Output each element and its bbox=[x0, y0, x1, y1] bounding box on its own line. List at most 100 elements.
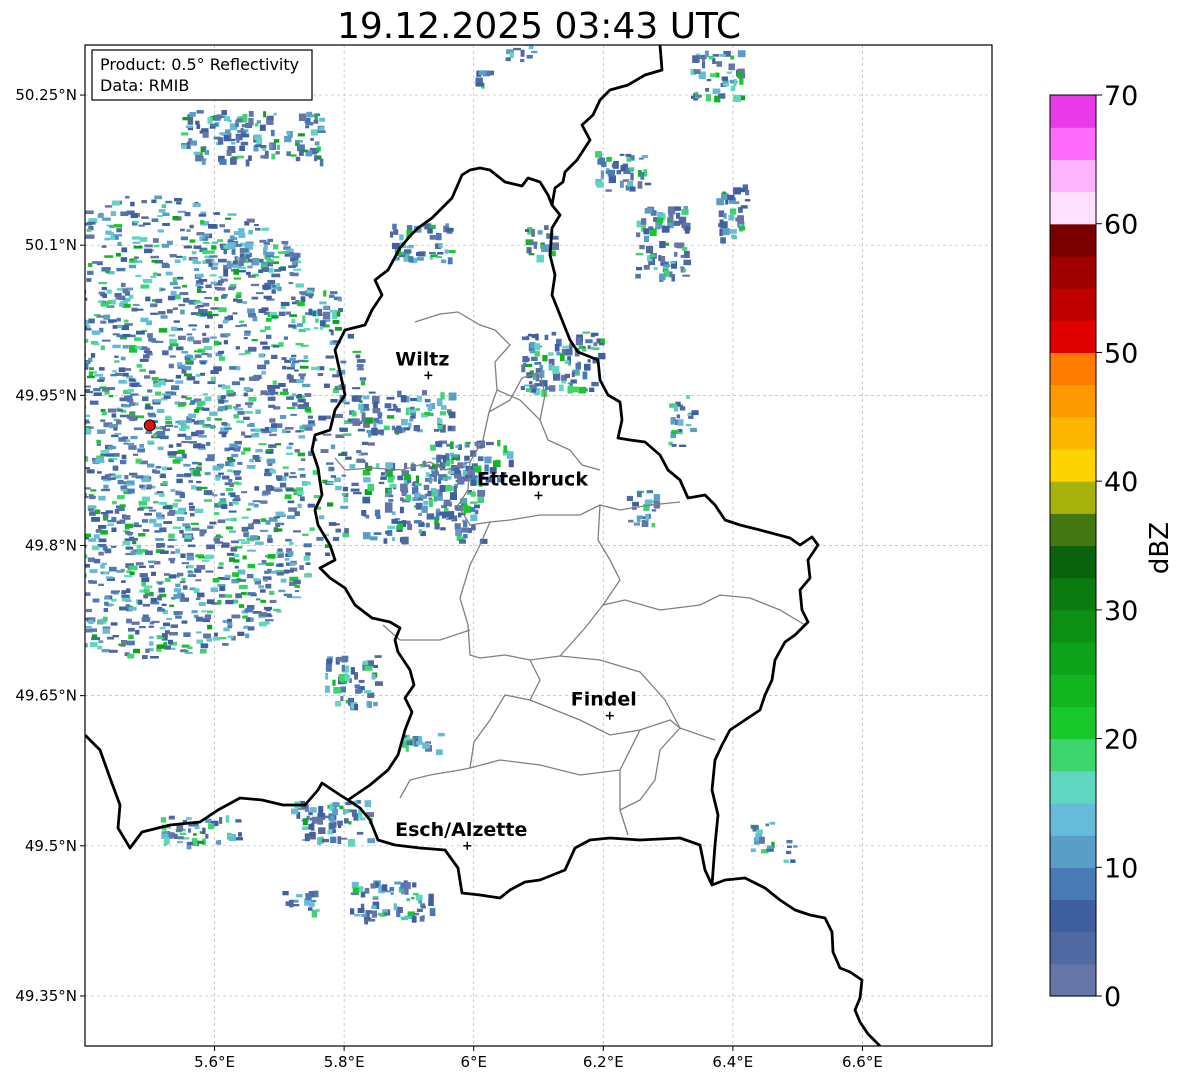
echo-cell bbox=[71, 256, 75, 260]
echo-cell bbox=[712, 54, 719, 57]
echo-cell bbox=[169, 355, 176, 358]
echo-cell bbox=[29, 370, 35, 373]
echo-cell bbox=[156, 644, 165, 649]
echo-cell bbox=[437, 252, 444, 255]
echo-cell bbox=[256, 120, 261, 124]
echo-cell bbox=[182, 523, 191, 527]
echo-cell bbox=[196, 481, 202, 484]
echo-cell bbox=[313, 495, 320, 499]
echo-cell bbox=[282, 365, 287, 370]
echo-cell bbox=[325, 685, 330, 693]
radar-site-marker[interactable] bbox=[143, 419, 156, 432]
echo-cell bbox=[98, 538, 107, 543]
echo-cell bbox=[437, 732, 445, 737]
echo-cell bbox=[740, 205, 748, 209]
echo-cell bbox=[710, 73, 717, 78]
echo-cell bbox=[723, 82, 730, 87]
echo-cell bbox=[290, 362, 296, 368]
echo-cell bbox=[259, 239, 267, 243]
echo-cell bbox=[22, 373, 29, 378]
echo-cell bbox=[299, 473, 306, 478]
echo-cell bbox=[374, 655, 382, 658]
echo-cell bbox=[290, 272, 299, 277]
echo-cell bbox=[228, 530, 237, 533]
echo-cell bbox=[209, 126, 216, 129]
echo-cell bbox=[381, 884, 388, 892]
echo-cell bbox=[404, 474, 411, 481]
echo-cell bbox=[242, 114, 248, 122]
echo-cell bbox=[200, 220, 205, 224]
echo-cell bbox=[144, 347, 150, 352]
echo-cell bbox=[338, 297, 342, 302]
echo-cell bbox=[267, 238, 274, 242]
echo-cell bbox=[86, 228, 92, 232]
echo-cell bbox=[119, 460, 127, 465]
echo-cell bbox=[427, 403, 433, 411]
lat-tick-label: 50.1°N bbox=[25, 236, 77, 254]
echo-cell bbox=[31, 460, 38, 463]
echo-cell bbox=[317, 373, 324, 377]
echo-cell bbox=[704, 50, 709, 57]
echo-cell bbox=[224, 482, 230, 486]
echo-cell bbox=[53, 291, 57, 295]
echo-cell bbox=[281, 476, 287, 481]
echo-cell bbox=[469, 501, 478, 504]
echo-cell bbox=[387, 489, 393, 493]
echo-cell bbox=[463, 534, 468, 539]
echo-cell bbox=[145, 296, 151, 302]
echo-cell bbox=[521, 364, 526, 373]
echo-cell bbox=[255, 459, 261, 462]
echo-cell bbox=[661, 225, 670, 233]
echo-cell bbox=[208, 224, 217, 229]
echo-cell bbox=[335, 701, 342, 707]
echo-cell bbox=[166, 617, 172, 620]
echo-cell bbox=[110, 591, 116, 594]
echo-cell bbox=[335, 485, 342, 491]
echo-cell bbox=[187, 574, 197, 578]
echo-cell bbox=[94, 373, 103, 377]
echo-cell bbox=[591, 381, 599, 387]
echo-cell bbox=[332, 320, 340, 324]
echo-cell bbox=[197, 401, 206, 405]
echo-cell bbox=[373, 421, 377, 428]
echo-cell bbox=[194, 588, 200, 594]
echo-cell bbox=[564, 373, 570, 379]
echo-cell bbox=[245, 607, 254, 612]
echo-cell bbox=[54, 472, 62, 476]
echo-cell bbox=[305, 562, 311, 565]
echo-cell bbox=[121, 640, 127, 645]
echo-cell bbox=[72, 506, 78, 508]
echo-cell bbox=[314, 141, 320, 146]
echo-cell bbox=[730, 85, 736, 92]
echo-cell bbox=[51, 226, 56, 230]
echo-cell bbox=[400, 395, 407, 403]
echo-cell bbox=[122, 288, 129, 294]
echo-cell bbox=[31, 605, 36, 610]
echo-cell bbox=[11, 299, 15, 303]
echo-cell bbox=[38, 421, 42, 424]
echo-cell bbox=[244, 435, 252, 438]
echo-cell bbox=[356, 831, 364, 835]
echo-cell bbox=[117, 241, 122, 246]
echo-cell bbox=[400, 882, 405, 889]
echo-cell bbox=[220, 492, 225, 496]
echo-cell bbox=[205, 441, 211, 446]
echo-cell bbox=[544, 334, 549, 340]
echo-cell bbox=[30, 300, 34, 304]
echo-cell bbox=[63, 357, 70, 361]
echo-cell bbox=[593, 342, 598, 347]
echo-cell bbox=[412, 882, 417, 888]
echo-cell bbox=[122, 540, 131, 545]
echo-cell bbox=[399, 234, 404, 241]
echo-cell bbox=[447, 476, 452, 480]
echo-cell bbox=[470, 507, 475, 512]
echo-cell bbox=[193, 443, 201, 449]
echo-cell bbox=[247, 308, 255, 314]
echo-cell bbox=[255, 541, 264, 545]
echo-cell bbox=[413, 520, 422, 524]
echo-cell bbox=[169, 604, 174, 607]
echo-cell bbox=[372, 896, 379, 900]
echo-cell bbox=[299, 496, 305, 502]
echo-cell bbox=[32, 461, 37, 464]
echo-cell bbox=[226, 389, 234, 394]
